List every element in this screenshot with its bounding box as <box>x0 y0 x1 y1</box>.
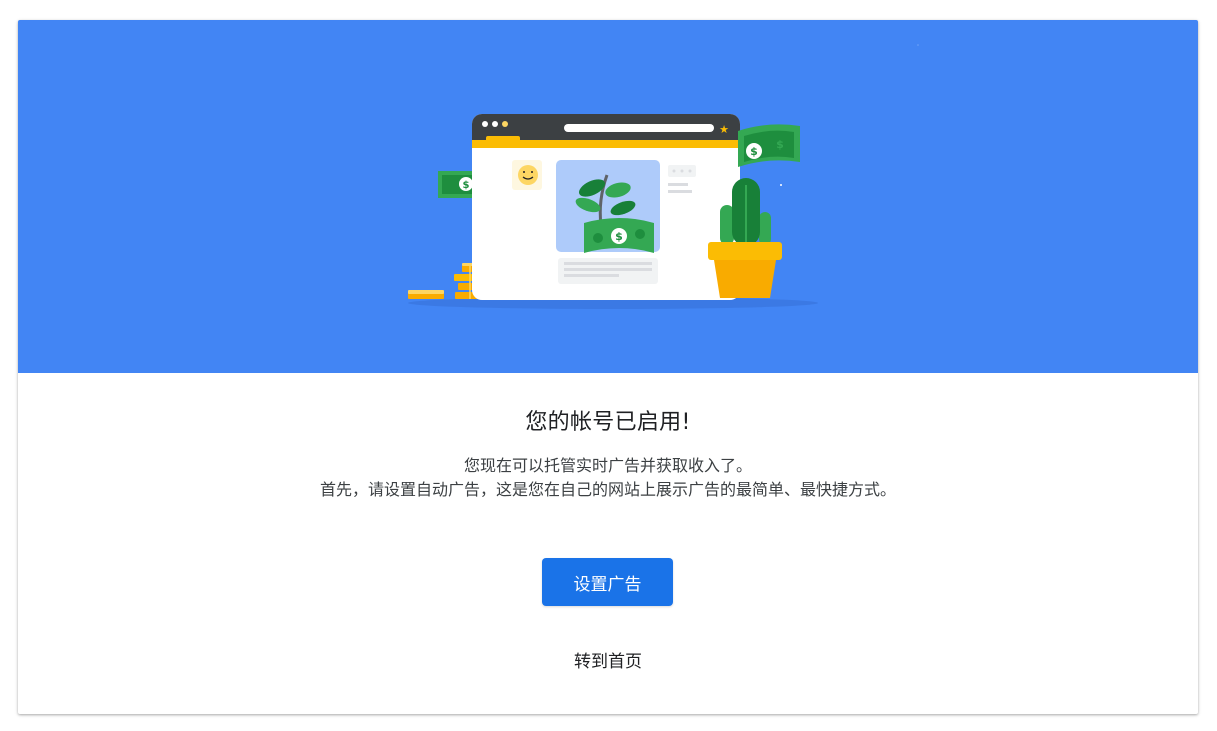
hero-illustration: $ ★ $ $ $ <box>408 44 919 309</box>
svg-text:$: $ <box>750 145 758 158</box>
activation-card: $ ★ $ $ $ 您的帐号已启用! 您现在可以托管实时广告并获取收入了。 首先… <box>18 20 1198 714</box>
smiley-avatar-icon <box>512 160 542 190</box>
description-line-2: 首先，请设置自动广告，这是您在自己的网站上展示广告的最简单、最快捷方式。 <box>319 480 896 499</box>
dollar-bill-right-icon: $ $ <box>738 124 800 167</box>
description: 您现在可以托管实时广告并获取收入了。 首先，请设置自动广告，这是您在自己的网站上… <box>303 454 913 502</box>
coin-stack-small-icon <box>408 290 444 299</box>
dollar-bill-plant-icon: $ <box>584 218 654 253</box>
svg-text:$: $ <box>615 230 623 243</box>
svg-text:$: $ <box>463 180 470 191</box>
plant-post-card: $ <box>556 160 660 284</box>
go-home-button[interactable]: 转到首页 <box>538 646 678 676</box>
description-line-1: 您现在可以托管实时广告并获取收入了。 <box>463 456 752 475</box>
svg-text:★: ★ <box>719 123 729 136</box>
setup-ads-button[interactable]: 设置广告 <box>542 558 673 606</box>
svg-text:$: $ <box>776 138 784 151</box>
hero-banner: $ ★ $ $ $ <box>18 20 1198 373</box>
page-title: 您的帐号已启用! <box>525 410 691 435</box>
